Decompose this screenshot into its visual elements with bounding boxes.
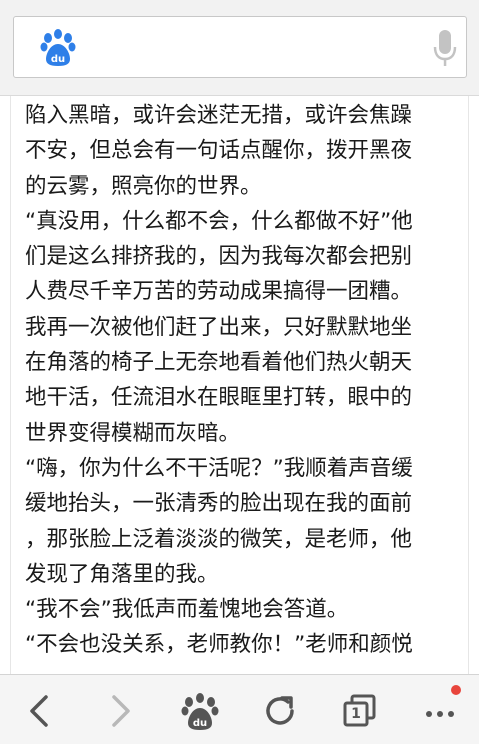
article-line: 们是这么排挤我的，因为我每次都会把别 [25, 244, 413, 270]
article-line: 缓地抬头，一张清秀的脸出现在我的面前 [25, 491, 413, 517]
back-arrow-icon[interactable] [18, 689, 62, 733]
article-line: ，那张脸上泛着淡淡的微笑，是老师，他 [25, 526, 413, 552]
article-line: 地干活，任流泪水在眼眶里打转，眼中的 [25, 385, 413, 411]
article-line: “真没用，什么都不会，什么都做不好”他 [25, 208, 413, 234]
article-line: “嗨，你为什么不干活呢？”我顺着声音缓 [25, 455, 413, 481]
tabs-icon[interactable]: 1 [338, 689, 382, 733]
bottom-toolbar: du 1 [0, 674, 479, 744]
baidu-paw-icon[interactable]: du [40, 29, 76, 67]
article-text: 陷入黑暗，或许会迷茫无措，或许会焦躁 不安，但总会有一句话点醒你，拨开黑夜 的云… [25, 98, 465, 663]
baidu-paw-icon[interactable]: du [178, 689, 222, 733]
more-dots-icon[interactable] [418, 689, 462, 733]
refresh-icon[interactable] [258, 689, 302, 733]
article-line: “我不会”我低声而羞愧地会答道。 [25, 597, 349, 623]
article-line: 不安，但总会有一句话点醒你，拨开黑夜 [25, 138, 413, 164]
tabs-count: 1 [351, 706, 361, 722]
forward-arrow-icon[interactable] [98, 689, 142, 733]
article-line: 陷入黑暗，或许会迷茫无措，或许会焦躁 [25, 103, 413, 128]
article-line: 发现了角落里的我。 [25, 561, 219, 587]
article-line: 在角落的椅子上无奈地看着他们热火朝天 [25, 350, 413, 376]
article-content: 陷入黑暗，或许会迷茫无措，或许会焦躁 不安，但总会有一句话点醒你，拨开黑夜 的云… [10, 96, 469, 674]
svg-text:du: du [193, 718, 207, 729]
article-line: 世界变得模糊而灰暗。 [25, 420, 241, 446]
top-bar: du [0, 0, 479, 96]
svg-text:du: du [51, 54, 65, 65]
search-box[interactable]: du [13, 16, 467, 78]
article-line: 的云雾，照亮你的世界。 [25, 173, 262, 199]
article-line: “不会也没关系，老师教你！”老师和颜悦 [25, 632, 413, 658]
article-line: 我再一次被他们赶了出来，只好默默地坐 [25, 314, 413, 340]
article-line: 人费尽千辛万苦的劳动成果搞得一团糟。 [25, 279, 413, 305]
microphone-icon[interactable] [432, 29, 458, 69]
notification-dot [451, 685, 461, 695]
